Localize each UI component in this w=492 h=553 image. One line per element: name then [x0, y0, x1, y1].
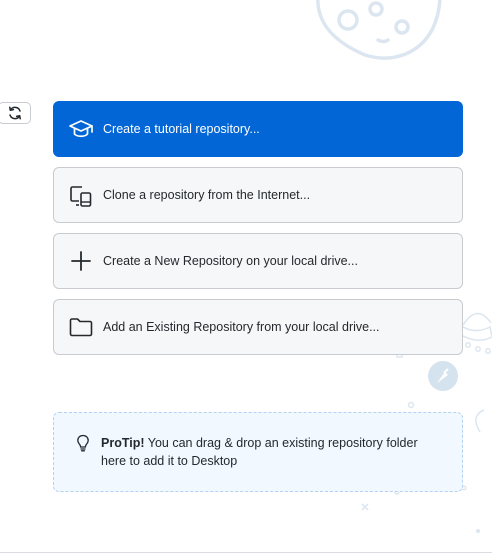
clone-repository-button[interactable]: Clone a repository from the Internet...	[53, 167, 463, 223]
folder-icon	[68, 314, 94, 340]
action-label: Create a tutorial repository...	[103, 122, 260, 136]
add-existing-repository-button[interactable]: Add an Existing Repository from your loc…	[53, 299, 463, 355]
mortarboard-icon	[68, 116, 94, 142]
refresh-button[interactable]	[0, 102, 31, 124]
ufo-illustration	[457, 312, 492, 433]
rocket-illustration	[428, 361, 458, 391]
protip-text: ProTip! You can drag & drop an existing …	[101, 434, 446, 470]
protip-title: ProTip!	[101, 436, 145, 450]
create-tutorial-repository-button[interactable]: Create a tutorial repository...	[53, 101, 463, 157]
lightbulb-icon	[77, 434, 89, 452]
refresh-icon	[8, 106, 21, 120]
protip-message: You can drag & drop an existing reposito…	[101, 436, 418, 468]
device-desktop-icon	[68, 182, 94, 208]
create-new-repository-button[interactable]: Create a New Repository on your local dr…	[53, 233, 463, 289]
plus-icon	[68, 248, 94, 274]
action-label: Create a New Repository on your local dr…	[103, 254, 358, 268]
moon-illustration	[316, 0, 442, 60]
action-label: Clone a repository from the Internet...	[103, 188, 311, 202]
action-label: Add an Existing Repository from your loc…	[103, 320, 380, 334]
protip-box: ProTip! You can drag & drop an existing …	[53, 412, 463, 492]
